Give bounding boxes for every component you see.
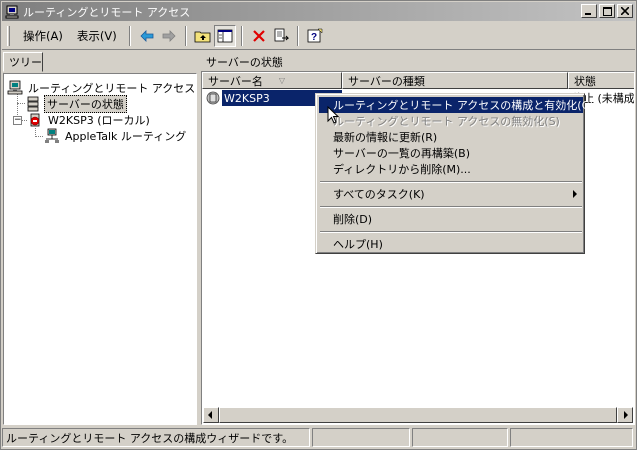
toolbar-separator	[296, 25, 299, 46]
tree-item-label: W2KSP3 (ローカル)	[48, 114, 150, 127]
minimize-icon	[585, 13, 591, 15]
menu-item-delete[interactable]: 削除(D)	[319, 211, 583, 227]
menu-separator	[320, 181, 582, 183]
computer-icon	[7, 80, 23, 96]
column-header-label: サーバー名	[208, 74, 263, 88]
tree-item-root[interactable]: ルーティングとリモート アクセス	[7, 80, 197, 96]
column-header-status[interactable]: 状態	[568, 72, 634, 89]
help-button[interactable]: ?	[304, 25, 326, 47]
horizontal-scrollbar[interactable]	[203, 407, 633, 423]
toolbar-grip[interactable]	[7, 25, 10, 46]
maximize-icon	[602, 6, 612, 16]
window-controls	[581, 4, 633, 18]
toolbar-separator	[184, 25, 187, 46]
maximize-button[interactable]	[599, 4, 615, 18]
menu-item-disable[interactable]: ルーティングとリモート アクセスの無効化(S)	[319, 113, 583, 129]
mouse-cursor-icon	[327, 106, 339, 124]
back-button[interactable]	[136, 25, 158, 47]
export-list-button[interactable]	[270, 25, 292, 47]
tree-item-appletalk[interactable]: AppleTalk ルーティング	[44, 128, 188, 144]
collapse-toggle[interactable]: −	[13, 116, 22, 125]
arrow-left-icon	[208, 411, 212, 419]
main-window: ルーティングとリモート アクセス 操作(A) 表示(V) ? ツリー ルーティン…	[0, 0, 637, 450]
list-caption: サーバーの状態	[206, 56, 283, 69]
menu-item-configure-enable[interactable]: ルーティングとリモート アクセスの構成と有効化(C)	[319, 97, 594, 113]
scrollbar-thumb[interactable]	[219, 407, 617, 423]
help-icon: ?	[307, 28, 322, 43]
tree-item-server-status[interactable]: サーバーの状態	[25, 95, 127, 113]
minimize-button[interactable]	[581, 4, 597, 18]
server-icon	[205, 90, 221, 106]
tree-connector	[17, 103, 25, 104]
sort-ascending-icon: ▽	[278, 76, 286, 85]
menu-view[interactable]: 表示(V)	[70, 26, 124, 46]
menu-item-help[interactable]: ヘルプ(H)	[319, 236, 583, 252]
menu-item-refresh[interactable]: 最新の情報に更新(R)	[319, 129, 583, 145]
show-hide-tree-button[interactable]	[213, 24, 236, 47]
show-hide-tree-icon	[217, 29, 233, 42]
menu-action[interactable]: 操作(A)	[16, 26, 70, 46]
stopped-server-icon	[27, 112, 43, 128]
menu-item-all-tasks[interactable]: すべてのタスク(K)	[319, 186, 583, 202]
tree-item-label: サーバーの状態	[44, 95, 127, 113]
tree-item-label: ルーティングとリモート アクセス	[28, 82, 196, 95]
server-stack-icon	[25, 96, 41, 112]
forward-arrow-icon	[162, 29, 176, 42]
menu-item-label: すべてのタスク(K)	[333, 188, 425, 201]
scroll-left-button[interactable]	[203, 407, 219, 423]
menu-separator	[320, 231, 582, 233]
svg-text:?: ?	[311, 32, 317, 43]
context-menu: ルーティングとリモート アクセスの構成と有効化(C) ルーティングとリモート ア…	[315, 93, 594, 254]
status-message: ルーティングとリモート アクセスの構成ウィザードです。	[2, 428, 310, 447]
column-header-server-name[interactable]: サーバー名 ▽	[202, 72, 342, 89]
status-panel	[412, 428, 508, 447]
column-header-label: サーバーの種類	[348, 74, 425, 88]
back-arrow-icon	[140, 29, 154, 42]
up-one-level-button[interactable]	[192, 25, 214, 47]
delete-icon	[252, 29, 265, 42]
forward-button[interactable]	[158, 25, 180, 47]
menu-separator	[320, 206, 582, 208]
tree-item-server[interactable]: W2KSP3 (ローカル)	[27, 112, 152, 128]
computer-app-icon	[5, 5, 19, 19]
export-list-icon	[274, 28, 289, 41]
window-title: ルーティングとリモート アクセス	[23, 5, 191, 19]
menu-item-rebuild-list[interactable]: サーバーの一覧の再構築(B)	[319, 145, 583, 161]
column-header-server-type[interactable]: サーバーの種類	[342, 72, 568, 89]
toolbar-separator	[240, 25, 243, 46]
close-button[interactable]	[617, 4, 633, 18]
submenu-arrow-icon	[573, 190, 577, 198]
arrow-right-icon	[624, 411, 628, 419]
tree-item-label: AppleTalk ルーティング	[65, 130, 187, 143]
status-bar: ルーティングとリモート アクセスの構成ウィザードです。	[2, 428, 635, 448]
up-folder-icon	[194, 31, 211, 42]
tree-pane: ルーティングとリモート アクセス サーバーの状態 − W2KSP3 (ローカル)…	[3, 73, 197, 425]
delete-button[interactable]	[248, 25, 270, 47]
title-bar[interactable]: ルーティングとリモート アクセス	[2, 2, 635, 21]
appletalk-network-icon	[44, 128, 60, 144]
menu-item-remove-from-directory[interactable]: ディレクトリから削除(M)...	[319, 161, 583, 177]
status-panel	[510, 428, 633, 447]
toolbar: 操作(A) 表示(V) ?	[2, 22, 635, 50]
tab-tree[interactable]: ツリー	[3, 52, 43, 72]
toolbar-separator	[128, 25, 131, 46]
scroll-right-button[interactable]	[617, 407, 633, 423]
close-icon	[621, 7, 629, 15]
tree-connector	[35, 136, 43, 137]
status-panel	[312, 428, 410, 447]
column-header-label: 状態	[574, 74, 596, 88]
